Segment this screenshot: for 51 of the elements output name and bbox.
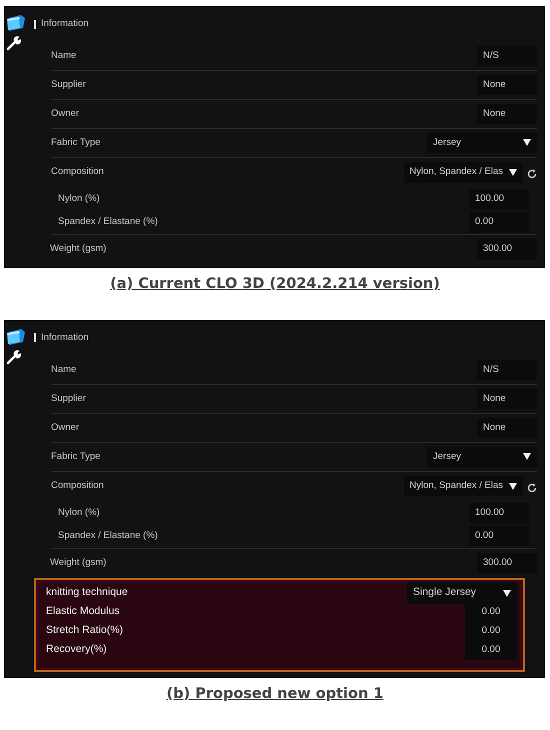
caret-icon <box>509 480 517 492</box>
input-field[interactable]: 300.00 <box>477 553 537 574</box>
input-field[interactable]: 0.00 <box>469 526 529 546</box>
section-title: Information <box>41 16 89 31</box>
field-label: Fabric Type <box>51 450 100 464</box>
field-label: Nylon (%) <box>58 192 100 206</box>
field-label: Spandex / Elastane (%) <box>58 215 158 230</box>
field-label: Supplier <box>51 392 86 406</box>
field-label: Supplier <box>51 78 86 92</box>
field-label: Recovery(%) <box>46 642 107 658</box>
dropdown[interactable]: Nylon, Spandex / Elas <box>404 162 523 183</box>
field-label: Weight (gsm) <box>50 242 106 256</box>
input-field[interactable]: 100.00 <box>469 188 529 210</box>
field-label: Owner <box>51 106 79 121</box>
field-label: Spandex / Elastane (%) <box>58 529 158 544</box>
input-field[interactable]: 0.00 <box>469 212 529 233</box>
input-field[interactable]: 0.00 <box>465 602 517 622</box>
input-field[interactable]: None <box>477 388 537 409</box>
field-label: Owner <box>51 420 79 435</box>
input-field[interactable]: None <box>477 418 537 438</box>
field-label: knitting technique <box>46 585 128 600</box>
input-field[interactable]: 0.00 <box>465 621 517 642</box>
caret-icon <box>509 166 517 178</box>
input-field[interactable]: 0.00 <box>465 640 517 660</box>
input-field[interactable]: N/S <box>477 360 537 380</box>
field-label: Name <box>51 362 76 377</box>
field-label: Name <box>51 48 76 63</box>
field-label: Stretch Ratio(%) <box>46 623 124 638</box>
cube-icon[interactable] <box>6 328 26 346</box>
field-label: Nylon (%) <box>58 506 100 520</box>
field-label: Composition <box>51 165 104 180</box>
input-field[interactable]: N/S <box>477 46 537 66</box>
cube-icon[interactable] <box>6 14 26 32</box>
input-field[interactable]: 300.00 <box>477 239 537 260</box>
input-field[interactable]: None <box>477 104 537 124</box>
dropdown[interactable]: Single Jersey <box>407 582 517 604</box>
figure-caption: (b) Proposed new option 1 <box>166 684 384 704</box>
dropdown[interactable]: Jersey <box>427 446 537 467</box>
field-label: Weight (gsm) <box>50 556 106 570</box>
dropdown[interactable]: Nylon, Spandex / Elas <box>404 476 523 496</box>
input-field[interactable]: 100.00 <box>469 502 529 523</box>
reset-icon[interactable] <box>527 481 537 492</box>
field-label: Elastic Modulus <box>46 604 120 620</box>
figure-caption: (a) Current CLO 3D (2024.2.214 version) <box>109 275 441 294</box>
field-label: Fabric Type <box>51 136 100 150</box>
reset-icon[interactable] <box>527 168 537 178</box>
caret-icon <box>503 587 511 600</box>
dropdown[interactable]: Jersey <box>427 132 537 154</box>
section-title: Information <box>41 330 89 345</box>
input-field[interactable]: None <box>477 74 537 96</box>
field-label: Composition <box>51 479 104 494</box>
